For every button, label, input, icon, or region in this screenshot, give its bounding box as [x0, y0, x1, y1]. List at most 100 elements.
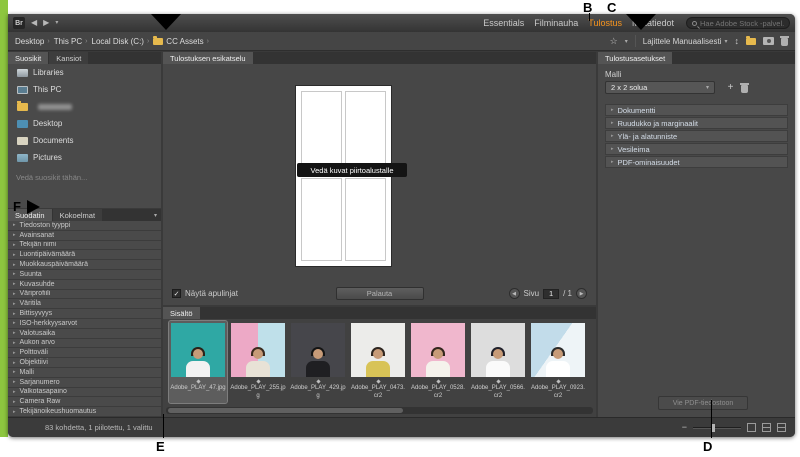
filter-row[interactable]: ▸ Sarjanumero	[8, 377, 161, 388]
thumbnail[interactable]: Adobe_PLAY_0473.cr2	[349, 321, 407, 403]
tab-suosikit[interactable]: Suosikit	[8, 52, 49, 64]
thumbnail[interactable]: Adobe_PLAY_429.jpg	[289, 321, 347, 403]
thumb-marker-icon	[555, 379, 561, 384]
favorites-item[interactable]: This PC	[8, 81, 161, 98]
previous-page-icon[interactable]: ◀	[508, 288, 520, 299]
tab-preview[interactable]: Tulostuksen esikatselu	[163, 52, 253, 64]
sort-dropdown[interactable]: Lajittele Manuaalisesti ▾	[643, 37, 728, 46]
filter-row[interactable]: ▸ Bittisyvyys	[8, 309, 161, 319]
person-silhouette	[365, 347, 391, 377]
view-list-icon[interactable]	[777, 423, 786, 432]
breadcrumb-item[interactable]: CC Assets ›	[153, 35, 209, 46]
accordion-section-label: Dokumentti	[617, 105, 656, 115]
tab-kokoelmat[interactable]: Kokoelmat	[52, 209, 103, 221]
camera-import-icon[interactable]	[763, 37, 774, 45]
workspace-tab[interactable]: Filminauha	[534, 18, 578, 28]
rating-filter-icon[interactable]: ☆	[610, 36, 618, 46]
callout-line-e	[163, 414, 164, 438]
filter-row[interactable]: ▸ Polttoväli	[8, 348, 161, 359]
accordion-section-label: PDF-ominaisuudet	[617, 157, 680, 167]
callout-arrow-f	[27, 200, 40, 214]
thumbnail[interactable]: Adobe_PLAY_0528.cr2	[409, 321, 467, 403]
favorites-item[interactable]: Documents	[8, 132, 161, 149]
reset-button[interactable]: Palauta	[335, 287, 424, 300]
thumbnail[interactable]: Adobe_PLAY_0923.cr2	[529, 321, 587, 403]
filter-row[interactable]: ▸ ISO-herkkyysarvot	[8, 318, 161, 329]
filter-row[interactable]: ▸ Avainsanat	[8, 230, 161, 241]
tab-content[interactable]: Sisältö	[163, 307, 200, 319]
search-input[interactable]	[700, 18, 784, 28]
filter-row[interactable]: ▸ Valkotasapaino	[8, 387, 161, 398]
filter-row-label: Väritila	[19, 300, 41, 308]
horizontal-scrollbar[interactable]	[166, 407, 593, 414]
breadcrumb-item[interactable]: This PC ›	[54, 37, 88, 46]
filter-row[interactable]: ▸ Objektiivi	[8, 358, 161, 368]
accordion-section[interactable]: ▸ Vesileima	[605, 143, 788, 155]
guides-label: Näytä apulinjat	[185, 289, 238, 298]
smaller-thumbs-icon[interactable]: −	[682, 423, 687, 432]
delete-icon[interactable]	[780, 36, 789, 46]
settings-accordion: ▸ Dokumentti ▸ Ruudukko ja marginaalit ▸…	[605, 104, 788, 169]
template-dropdown[interactable]: 2 x 2 solua ▾	[605, 81, 715, 94]
thumbnail-size-slider[interactable]	[693, 423, 741, 432]
breadcrumb-item[interactable]: Local Disk (C:) ›	[92, 37, 150, 46]
thumbnail[interactable]: Adobe_PLAY_255.jpg	[229, 321, 287, 403]
export-pdf-button[interactable]: Vie PDF-tiedostoon	[658, 396, 748, 410]
filter-row[interactable]: ▸ Aukon arvo	[8, 338, 161, 349]
scrollbar-thumb[interactable]	[168, 408, 403, 413]
filter-row[interactable]: ▸ Väritila	[8, 299, 161, 310]
accordion-section[interactable]: ▸ Ylä- ja alatunniste	[605, 130, 788, 142]
favorites-item[interactable]: Desktop	[8, 115, 161, 132]
workspace-tab[interactable]: Tulostus	[588, 18, 622, 28]
callout-letter-e: E	[156, 439, 165, 454]
callout-letter-c: C	[607, 0, 617, 15]
expand-triangle-icon: ▸	[13, 261, 16, 268]
rating-filter-caret-icon[interactable]: ▾	[625, 38, 628, 45]
filter-row[interactable]: ▸ Tekijän nimi	[8, 240, 161, 251]
filter-row[interactable]: ▸ Väriprofiili	[8, 289, 161, 300]
thumbnail[interactable]: Adobe_PLAY_47.jpg	[168, 320, 228, 404]
thumbnail[interactable]: Adobe_PLAY_0566.cr2	[469, 321, 527, 403]
filter-menu-icon[interactable]: ▾	[154, 212, 157, 219]
view-details-icon[interactable]	[762, 423, 771, 432]
breadcrumb-item[interactable]: Desktop ›	[15, 37, 50, 46]
tab-output-settings[interactable]: Tulostusasetukset	[598, 52, 673, 64]
sort-direction-icon[interactable]: ↕	[735, 36, 740, 46]
favorites-item[interactable]: Pictures	[8, 149, 161, 166]
recent-dropdown-icon[interactable]: ▾	[55, 20, 58, 26]
filter-row[interactable]: ▸ Tekijänoikeushuomautus	[8, 407, 161, 417]
expand-triangle-icon: ▸	[13, 251, 16, 258]
accordion-section[interactable]: ▸ PDF-ominaisuudet	[605, 156, 788, 168]
filter-row[interactable]: ▸ Muokkauspäivämäärä	[8, 260, 161, 270]
filter-row[interactable]: ▸ Kuvasuhde	[8, 279, 161, 290]
stock-search-box[interactable]	[686, 17, 790, 29]
view-thumbnails-icon[interactable]	[747, 423, 756, 432]
forward-icon[interactable]: ▶	[43, 19, 49, 27]
output-preview-panel: Tulostuksen esikatselu Vedä kuvat piirto…	[163, 52, 596, 305]
thumbnail-image	[231, 323, 285, 377]
favorites-item[interactable]	[8, 98, 161, 115]
filter-row[interactable]: ▸ Suunta	[8, 269, 161, 280]
next-page-icon[interactable]: ▶	[576, 288, 587, 299]
filter-row[interactable]: ▸ Valotusaika	[8, 328, 161, 339]
new-folder-icon[interactable]	[746, 35, 756, 45]
favorites-item[interactable]: Libraries	[8, 64, 161, 81]
accordion-section[interactable]: ▸ Dokumentti	[605, 104, 788, 116]
guides-checkbox[interactable]: ✓	[172, 289, 181, 298]
tab-kansiot[interactable]: Kansiot	[49, 52, 89, 64]
back-icon[interactable]: ◀	[31, 19, 37, 27]
page-number-input[interactable]	[543, 288, 560, 299]
workspace-tab[interactable]: Essentials	[483, 18, 524, 28]
dropdown-caret-icon: ▾	[705, 85, 709, 91]
person-silhouette	[305, 347, 331, 377]
filter-row[interactable]: ▸ Malli	[8, 367, 161, 378]
filter-row[interactable]: ▸ Camera Raw	[8, 397, 161, 408]
filter-row-label: Objektiivi	[19, 359, 48, 367]
filter-row[interactable]: ▸ Luontipäivämäärä	[8, 250, 161, 261]
delete-template-icon[interactable]	[740, 83, 749, 93]
add-template-icon[interactable]: +	[724, 81, 737, 94]
filter-panel: Suodatin Kokoelmat ▾ ▸ Tiedoston tyyppi …	[8, 209, 161, 417]
accordion-section[interactable]: ▸ Ruudukko ja marginaalit	[605, 117, 788, 129]
page-label: Sivu	[523, 289, 540, 298]
filter-row[interactable]: ▸ Tiedoston tyyppi	[8, 221, 161, 231]
